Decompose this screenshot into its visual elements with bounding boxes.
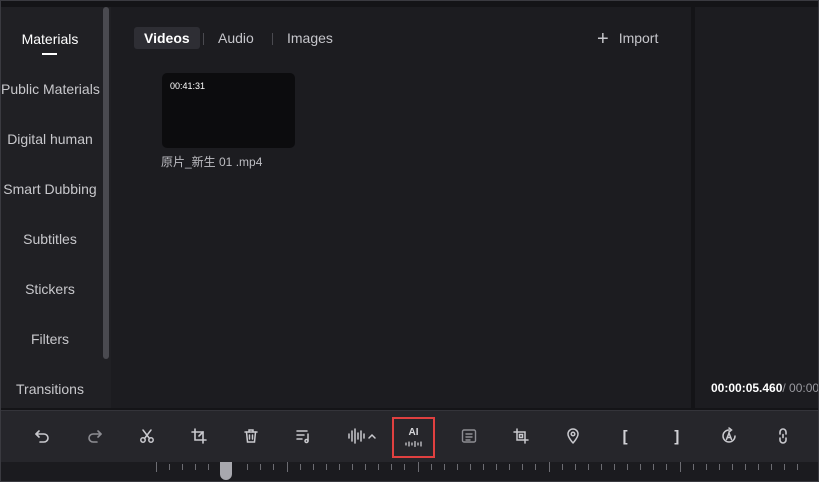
mark-in-button[interactable]: [	[612, 423, 638, 449]
tab-images[interactable]: Images	[287, 27, 333, 49]
ai-label: AI	[408, 427, 419, 438]
sidebar: Materials Public Materials Digital human…	[1, 7, 111, 408]
timeline-ruler[interactable]	[1, 462, 819, 482]
sidebar-item-stickers[interactable]: Stickers	[1, 281, 99, 297]
scissors-icon[interactable]	[134, 423, 160, 449]
sidebar-item-filters[interactable]: Filters	[1, 331, 99, 347]
tab-separator	[272, 33, 273, 45]
total-time: / 00:00	[782, 381, 819, 395]
timeline-playhead[interactable]	[220, 462, 232, 480]
sidebar-scrollbar[interactable]	[103, 7, 109, 359]
music-list-icon[interactable]	[290, 423, 316, 449]
clip-duration: 00:41:31	[170, 81, 206, 91]
top-strip	[0, 0, 819, 7]
sidebar-item-public-materials[interactable]: Public Materials	[1, 81, 100, 97]
sidebar-active-indicator	[42, 53, 57, 55]
import-label: Import	[618, 30, 659, 46]
clip-filename: 原片_新生 01 .mp4	[161, 155, 263, 169]
video-clip-thumbnail[interactable]: 00:41:31	[162, 73, 295, 148]
tab-audio[interactable]: Audio	[218, 27, 254, 49]
materials-panel: Videos Audio Images + Import 00:41:31 原片_…	[111, 7, 691, 408]
delete-icon[interactable]	[238, 423, 264, 449]
preview-timecode: 00:00:05.460/ 00:00	[711, 381, 819, 395]
subtitle-recognize-icon[interactable]	[456, 423, 482, 449]
current-time: 00:00:05.460	[711, 381, 783, 395]
audio-wave-icon[interactable]	[346, 423, 378, 449]
sidebar-item-subtitles[interactable]: Subtitles	[1, 231, 99, 247]
plus-icon: +	[597, 28, 609, 50]
ai-audio-icon	[404, 441, 422, 447]
auto-reframe-icon[interactable]	[716, 423, 742, 449]
link-icon[interactable]	[770, 423, 796, 449]
mark-out-button[interactable]: ]	[664, 423, 690, 449]
ai-audio-button[interactable]: AI	[392, 417, 435, 458]
undo-icon[interactable]	[29, 423, 55, 449]
import-button[interactable]: + Import	[597, 27, 659, 50]
location-pin-icon[interactable]	[560, 423, 586, 449]
preview-panel: 00:00:05.460/ 00:00	[695, 7, 819, 408]
sidebar-item-transitions[interactable]: Transitions	[1, 381, 99, 397]
crop-trim-icon[interactable]	[186, 423, 212, 449]
editing-toolbar: AI [ ]	[1, 410, 819, 463]
tab-separator	[203, 33, 204, 45]
sidebar-item-digital-human[interactable]: Digital human	[1, 131, 99, 147]
redo-icon[interactable]	[82, 423, 108, 449]
sidebar-item-smart-dubbing[interactable]: Smart Dubbing	[1, 181, 99, 197]
sidebar-item-materials[interactable]: Materials	[1, 31, 99, 47]
crop-icon[interactable]	[508, 423, 534, 449]
tab-videos[interactable]: Videos	[134, 27, 200, 49]
